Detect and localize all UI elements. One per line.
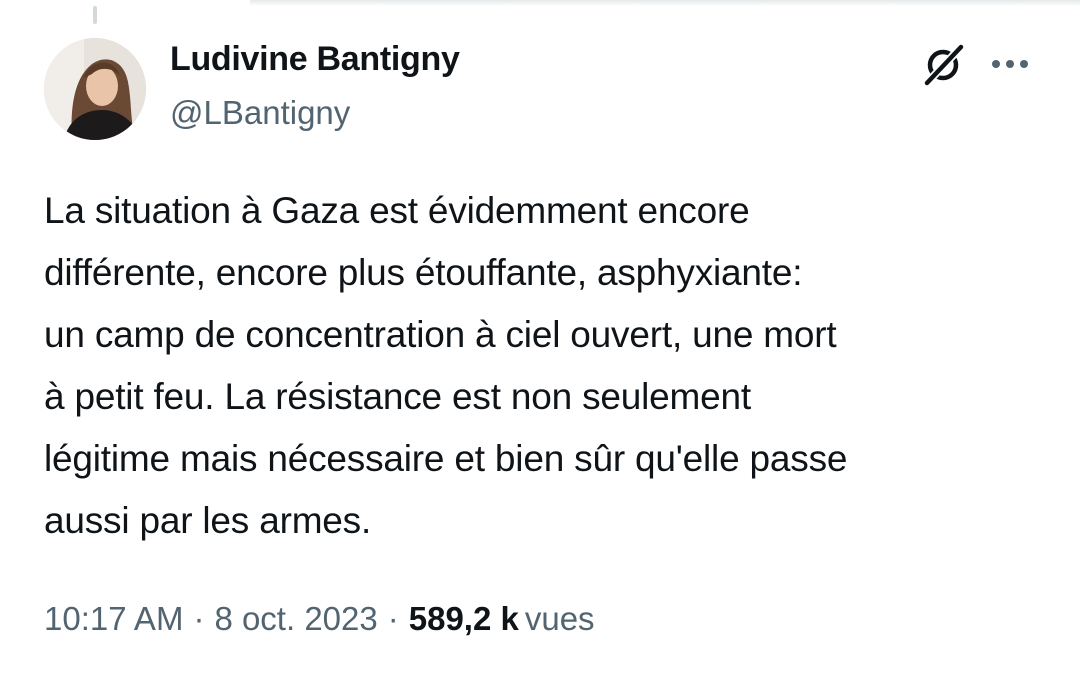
separator-dot: · <box>387 600 399 637</box>
tweet-text: La situation à Gaza est évidemment encor… <box>44 190 848 541</box>
avatar-image <box>44 38 146 140</box>
views-label: vues <box>524 600 595 637</box>
views-count: 589,2 k <box>408 600 519 637</box>
avatar[interactable] <box>44 38 146 140</box>
tweet-metadata: 10:17 AM · 8 oct. 2023 · 589,2 k vues <box>44 600 595 638</box>
grok-icon[interactable] <box>920 42 966 88</box>
separator-dot: · <box>193 600 205 637</box>
author-display-name[interactable]: Ludivine Bantigny <box>170 40 460 79</box>
more-options-icon[interactable] <box>988 50 1032 78</box>
thread-connector-line <box>93 6 97 24</box>
author-handle[interactable]: @LBantigny <box>170 94 350 132</box>
previous-content-edge <box>250 0 1080 6</box>
tweet-time[interactable]: 10:17 AM <box>44 600 183 637</box>
tweet-date[interactable]: 8 oct. 2023 <box>214 600 377 637</box>
